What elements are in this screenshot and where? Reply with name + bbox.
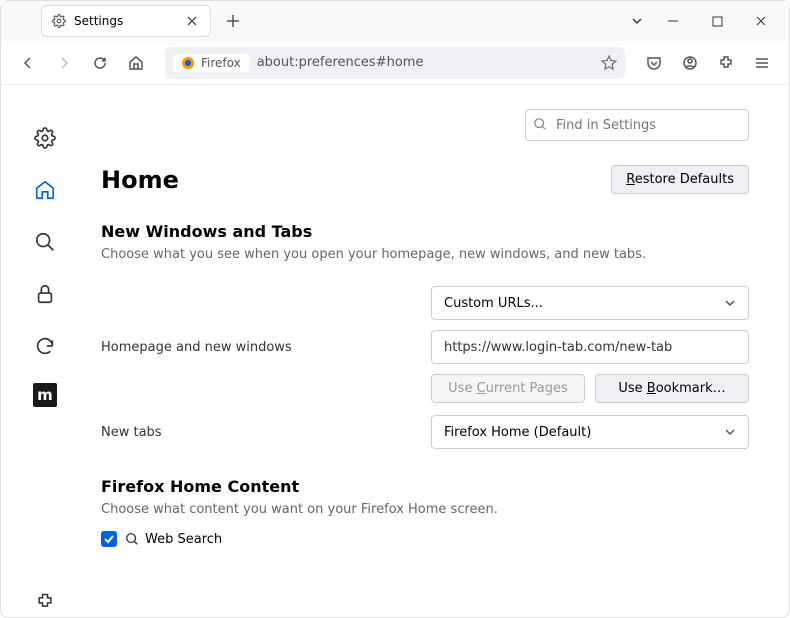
chevron-down-icon	[724, 426, 736, 438]
account-button[interactable]	[675, 48, 705, 78]
bookmark-star-icon[interactable]	[601, 55, 617, 71]
new-tab-button[interactable]	[219, 7, 247, 35]
window-controls	[653, 6, 789, 36]
tab-title: Settings	[74, 14, 176, 28]
use-bookmark-button[interactable]: Use Bookmark…	[595, 374, 749, 403]
tabs-dropdown-button[interactable]	[621, 15, 653, 27]
search-icon	[533, 117, 547, 131]
sidebar-extensions-icon[interactable]	[30, 587, 60, 617]
gear-icon	[52, 14, 66, 28]
close-window-button[interactable]	[741, 6, 781, 36]
homepage-select-value: Custom URLs...	[444, 296, 543, 311]
tab-settings[interactable]: Settings	[41, 5, 211, 37]
restore-defaults-button[interactable]: Restore Defaults	[611, 165, 749, 194]
menu-button[interactable]	[747, 48, 777, 78]
websearch-checkbox[interactable]	[101, 531, 117, 547]
sidebar-search-icon[interactable]	[30, 227, 60, 257]
toolbar: Firefox about:preferences#home	[1, 41, 789, 85]
back-button[interactable]	[13, 48, 43, 78]
reload-button[interactable]	[85, 48, 115, 78]
websearch-label: Web Search	[125, 532, 222, 547]
firefox-logo-icon	[181, 56, 195, 70]
identity-box[interactable]: Firefox	[173, 54, 249, 72]
titlebar: Settings	[1, 1, 789, 41]
section-heading-home-content: Firefox Home Content	[101, 477, 749, 496]
section-heading-windows-tabs: New Windows and Tabs	[101, 222, 749, 241]
url-text: about:preferences#home	[257, 55, 593, 70]
sidebar-general-icon[interactable]	[30, 123, 60, 153]
tab-strip: Settings	[1, 5, 621, 37]
minimize-button[interactable]	[653, 6, 693, 36]
use-current-pages-button[interactable]: Use Current Pages	[431, 374, 585, 403]
sidebar-home-icon[interactable]	[30, 175, 60, 205]
homepage-label: Homepage and new windows	[101, 340, 431, 355]
newtabs-label: New tabs	[101, 425, 431, 440]
newtabs-select-value: Firefox Home (Default)	[444, 425, 591, 440]
pocket-button[interactable]	[639, 48, 669, 78]
content-area: m Home Restore Defaults New Windows and …	[1, 85, 789, 617]
forward-button[interactable]	[49, 48, 79, 78]
sidebar-privacy-icon[interactable]	[30, 279, 60, 309]
chevron-down-icon	[724, 297, 736, 309]
home-button-toolbar[interactable]	[121, 48, 151, 78]
homepage-url-input[interactable]	[431, 330, 749, 364]
newtabs-select[interactable]: Firefox Home (Default)	[431, 415, 749, 449]
section2-desc: Choose what content you want on your Fir…	[101, 502, 749, 517]
homepage-select[interactable]: Custom URLs...	[431, 286, 749, 320]
identity-label: Firefox	[201, 56, 241, 70]
extensions-button[interactable]	[711, 48, 741, 78]
section-desc: Choose what you see when you open your h…	[101, 247, 749, 262]
sidebar: m	[1, 85, 89, 617]
maximize-button[interactable]	[697, 6, 737, 36]
sidebar-more-icon[interactable]: m	[33, 383, 57, 407]
page-title: Home	[101, 166, 179, 194]
search-icon	[125, 532, 139, 546]
sidebar-sync-icon[interactable]	[30, 331, 60, 361]
find-in-settings-input[interactable]	[525, 109, 749, 141]
main-panel: Home Restore Defaults New Windows and Ta…	[89, 85, 789, 617]
close-icon[interactable]	[184, 13, 200, 29]
urlbar[interactable]: Firefox about:preferences#home	[165, 47, 625, 79]
